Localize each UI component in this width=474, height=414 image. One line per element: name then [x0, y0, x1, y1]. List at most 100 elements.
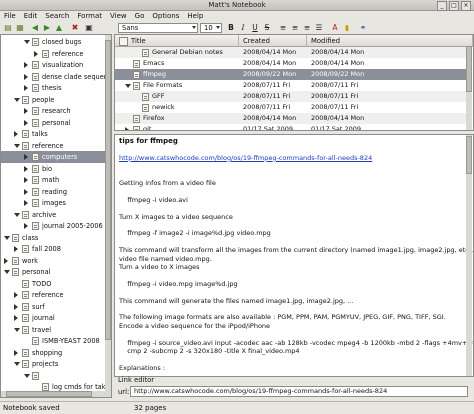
page-row-ffmpeg[interactable]: ffmpeg 2008/09/22 Mon 2008/09/22 Mon	[115, 69, 467, 80]
tree-item-reference[interactable]: reference	[1, 140, 105, 152]
note-editor[interactable]: tips for ffmpeg http://www.catswhocode.co…	[114, 134, 474, 377]
expander-open-icon[interactable]	[14, 212, 20, 217]
url-input[interactable]: http://www.catswhocode.com/blog/os/19-ff…	[130, 386, 468, 397]
expander-closed-icon[interactable]	[24, 108, 28, 114]
font-family-combo[interactable]: Sans	[118, 23, 198, 33]
expander-closed-icon[interactable]	[24, 223, 28, 229]
font-color-icon[interactable]: A	[330, 23, 340, 33]
column-header-created[interactable]: Created	[239, 35, 307, 47]
expander-closed-icon[interactable]	[14, 315, 18, 321]
expander-open-icon[interactable]	[14, 362, 20, 366]
minimize-button[interactable]: _	[437, 1, 447, 11]
expander-open-icon[interactable]	[4, 235, 10, 240]
expander-closed-icon[interactable]	[24, 165, 28, 172]
tree-vertical-scroll-thumb[interactable]	[105, 40, 111, 340]
list-vertical-scroll-thumb[interactable]	[466, 46, 472, 92]
new-child-note-icon[interactable]: ▦	[15, 23, 25, 33]
tree-item-work[interactable]: work	[1, 255, 105, 267]
highlight-icon[interactable]: ▮	[342, 23, 352, 33]
strikethrough-icon[interactable]: S	[262, 23, 272, 33]
expander-closed-icon[interactable]	[14, 349, 18, 356]
expander-closed-icon[interactable]	[24, 177, 28, 183]
tree-item-class[interactable]: class	[1, 232, 105, 244]
menu-edit[interactable]: Edit	[24, 11, 38, 22]
expander-open-icon[interactable]	[14, 143, 20, 148]
column-header-title[interactable]: Title	[115, 35, 239, 47]
menu-help[interactable]: Help	[187, 11, 203, 22]
tree-item-travel[interactable]: travel	[1, 324, 105, 336]
right-justify-icon[interactable]: ≡	[302, 23, 312, 33]
menu-search[interactable]: Search	[45, 11, 69, 22]
menu-options[interactable]: Options	[152, 11, 179, 22]
tree-item-computers[interactable]: computers	[1, 151, 105, 163]
tree-horizontal-scroll-thumb[interactable]	[6, 391, 92, 397]
expander-closed-icon[interactable]	[24, 200, 28, 206]
tree-item-talks[interactable]: talks	[1, 128, 105, 140]
tree-item-reading[interactable]: reading	[1, 186, 105, 198]
tree-item-journal-2005-2006[interactable]: journal 2005-2006	[1, 220, 105, 232]
page-row-file-formats[interactable]: File Formats 2008/07/11 Fri 2008/07/11 Fri	[115, 80, 467, 91]
expander-open-icon[interactable]	[24, 40, 30, 44]
expander-closed-icon[interactable]	[24, 85, 28, 91]
tree-item-dense-clade-sequencing[interactable]: dense clade sequencing	[1, 71, 105, 83]
expander-closed-icon[interactable]	[24, 62, 28, 68]
tree-item-shopping[interactable]: shopping	[1, 347, 105, 359]
maximize-button[interactable]: □	[449, 1, 459, 11]
tree-item-projects[interactable]: projects	[1, 358, 105, 370]
expander-open-icon[interactable]	[14, 327, 20, 332]
close-button[interactable]: ×	[461, 1, 471, 11]
expander-open-icon[interactable]	[24, 373, 30, 378]
go-back-icon[interactable]: ◀	[30, 23, 40, 33]
tree-item-personal[interactable]: personal	[1, 117, 105, 129]
tree-item-reference[interactable]: reference	[1, 48, 105, 60]
tree-item-reference[interactable]: reference	[1, 289, 105, 301]
expander-closed-icon[interactable]	[14, 292, 18, 298]
tree-item-ismb-yeast-2008[interactable]: ISMB-YEAST 2008	[1, 335, 105, 347]
fill-justify-icon[interactable]: ☰	[314, 23, 324, 33]
link-icon[interactable]: ⚭	[358, 23, 368, 33]
expander-closed-icon[interactable]	[4, 257, 8, 264]
page-row-gff[interactable]: GFF 2008/07/11 Fri 2008/07/11 Fri	[115, 91, 467, 102]
underline-icon[interactable]: U	[250, 23, 260, 33]
new-note-icon[interactable]: ▤	[3, 23, 13, 33]
page-row-git[interactable]: git 01/17 Sat 2009 01/17 Sat 2009	[115, 124, 467, 130]
left-justify-icon[interactable]: ≡	[278, 23, 288, 33]
expander-closed-icon[interactable]	[24, 73, 28, 80]
tree-item-research[interactable]: research	[1, 105, 105, 117]
tree-item-todo[interactable]: TODO	[1, 278, 105, 290]
expander-closed-icon[interactable]	[14, 303, 18, 310]
tree-item-bio[interactable]: bio	[1, 163, 105, 175]
tree-item-personal[interactable]: personal	[1, 266, 105, 278]
page-list[interactable]: Title Created Modified General Debian no…	[114, 34, 474, 131]
expander-open-icon[interactable]	[14, 97, 20, 102]
tree-item-closed-bugs[interactable]: closed bugs	[1, 36, 105, 48]
page-row-emacs[interactable]: Emacs 2008/04/14 Mon 2008/04/14 Mon	[115, 58, 467, 69]
expander-closed-icon[interactable]	[125, 127, 129, 130]
tree-item-people[interactable]: people	[1, 94, 105, 106]
menu-go[interactable]: Go	[135, 11, 145, 22]
expander-closed-icon[interactable]	[34, 50, 38, 57]
page-row-general-debian-notes[interactable]: General Debian notes 2008/04/14 Mon 2008/0…	[115, 47, 467, 58]
note-link[interactable]: http://www.catswhocode.com/blog/os/19-ff…	[119, 154, 372, 163]
expander-open-icon[interactable]	[4, 270, 10, 274]
go-up-icon[interactable]: ▲	[54, 23, 64, 33]
tree-item-visualization[interactable]: visualization	[1, 59, 105, 71]
bold-icon[interactable]: B	[226, 23, 236, 33]
tree-item-blank[interactable]	[1, 370, 105, 382]
tree-item-thesis[interactable]: thesis	[1, 82, 105, 94]
tree-item-fall-2008[interactable]: fall 2008	[1, 243, 105, 255]
editor-vertical-scroll-thumb[interactable]	[466, 136, 472, 174]
menu-file[interactable]: File	[4, 11, 16, 22]
menu-view[interactable]: View	[110, 11, 127, 22]
delete-icon[interactable]: ✖	[70, 23, 80, 33]
save-icon[interactable]: ▣	[84, 23, 94, 33]
expander-closed-icon[interactable]	[24, 154, 28, 160]
center-justify-icon[interactable]: ≡	[290, 23, 300, 33]
expander-open-icon[interactable]	[125, 84, 131, 88]
font-size-combo[interactable]: 10	[200, 23, 222, 33]
expander-closed-icon[interactable]	[24, 119, 28, 126]
page-row-firefox[interactable]: Firefox 2008/04/14 Mon 2008/04/14 Mon	[115, 113, 467, 124]
go-forward-icon[interactable]: ▶	[42, 23, 52, 33]
expander-closed-icon[interactable]	[24, 188, 28, 195]
tree-item-surf[interactable]: surf	[1, 301, 105, 313]
